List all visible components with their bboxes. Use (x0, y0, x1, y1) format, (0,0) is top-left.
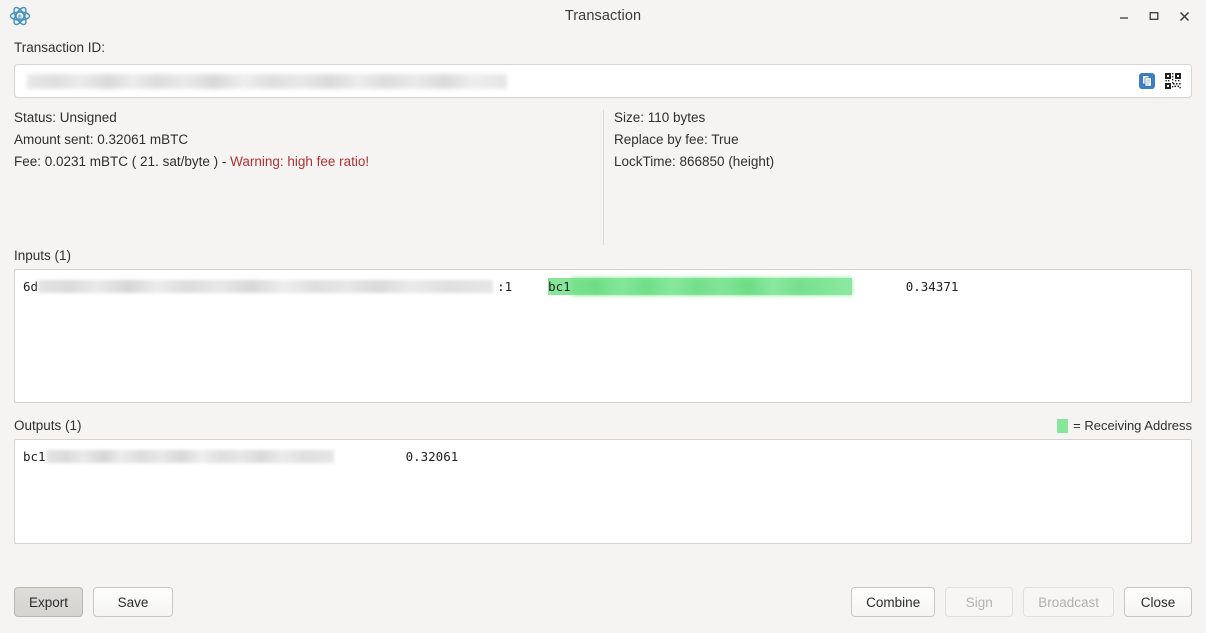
transaction-info: Status: Unsigned Amount sent: 0.32061 mB… (14, 110, 1192, 245)
input-address-redacted (570, 277, 852, 295)
input-txid-redacted (38, 279, 494, 293)
window-content: Transaction ID: Status: Unsigned Amount … (0, 32, 1206, 633)
transaction-id-value-redacted (27, 73, 507, 89)
inputs-list[interactable]: 6d :1 bc1 0.34371 (14, 269, 1192, 403)
amount-sent-text: Amount sent: 0.32061 mBTC (14, 132, 189, 147)
output-address-redacted (45, 449, 334, 463)
fee-warning: Warning: high fee ratio! (230, 154, 370, 169)
close-icon[interactable] (1174, 6, 1194, 26)
title-bar: ฿ Transaction (0, 0, 1206, 32)
maximize-icon[interactable] (1144, 6, 1164, 26)
replace-by-fee-text: Replace by fee: True (614, 132, 739, 147)
receiving-address-legend-label: = Receiving Address (1073, 418, 1192, 433)
save-button[interactable]: Save (93, 587, 174, 617)
close-button[interactable]: Close (1124, 587, 1192, 617)
input-address-prefix: bc1 (548, 278, 571, 294)
input-amount: 0.34371 (905, 278, 959, 294)
size-text: Size: 110 bytes (614, 110, 706, 125)
electrum-logo-icon: ฿ (8, 4, 32, 28)
svg-text:฿: ฿ (18, 13, 22, 21)
window-title: Transaction (564, 8, 642, 24)
fee-text: Fee: 0.0231 mBTC ( 21. sat/byte ) - Warn… (14, 154, 603, 169)
transaction-id-label: Transaction ID: (14, 40, 106, 55)
receiving-address-swatch (1057, 418, 1069, 433)
window-controls (1114, 6, 1206, 26)
fee-value: Fee: 0.0231 mBTC ( 21. sat/byte ) - (14, 154, 231, 169)
input-output-index: :1 (497, 278, 513, 294)
transaction-id-field[interactable] (14, 64, 1192, 98)
output-address-prefix: bc1 (23, 448, 46, 464)
qr-code-icon[interactable] (1163, 71, 1183, 91)
footer-actions: Export Save Combine Sign Broadcast Close (14, 575, 1192, 633)
receiving-address-legend: = Receiving Address (1057, 418, 1192, 433)
copy-icon[interactable] (1137, 71, 1157, 91)
inputs-header: Inputs (1) (14, 245, 1192, 263)
table-row[interactable]: bc1 0.32061 (15, 446, 1191, 466)
input-txid-prefix: 6d (23, 278, 39, 294)
broadcast-button: Broadcast (1023, 587, 1114, 617)
minimize-icon[interactable] (1114, 6, 1134, 26)
locktime-text: LockTime: 866850 (height) (614, 154, 775, 169)
transaction-id-actions (1137, 71, 1187, 91)
transaction-window: ฿ Transaction Transaction ID: Status: Un… (0, 0, 1206, 633)
combine-button[interactable]: Combine (851, 587, 936, 617)
outputs-header: Outputs (1) = Receiving Address (14, 415, 1192, 433)
status-text: Status: Unsigned (14, 110, 117, 125)
output-amount: 0.32061 (405, 448, 459, 464)
table-row[interactable]: 6d :1 bc1 0.34371 (15, 276, 1191, 296)
input-address-receiving: bc1 (548, 277, 852, 295)
transaction-info-right: Size: 110 bytes Replace by fee: True Loc… (604, 110, 774, 245)
transaction-info-left: Status: Unsigned Amount sent: 0.32061 mB… (14, 110, 603, 245)
outputs-list[interactable]: bc1 0.32061 (14, 439, 1192, 544)
export-button[interactable]: Export (14, 587, 84, 617)
outputs-heading: Outputs (1) (14, 418, 82, 433)
sign-button: Sign (945, 587, 1014, 617)
inputs-heading: Inputs (1) (14, 248, 72, 263)
